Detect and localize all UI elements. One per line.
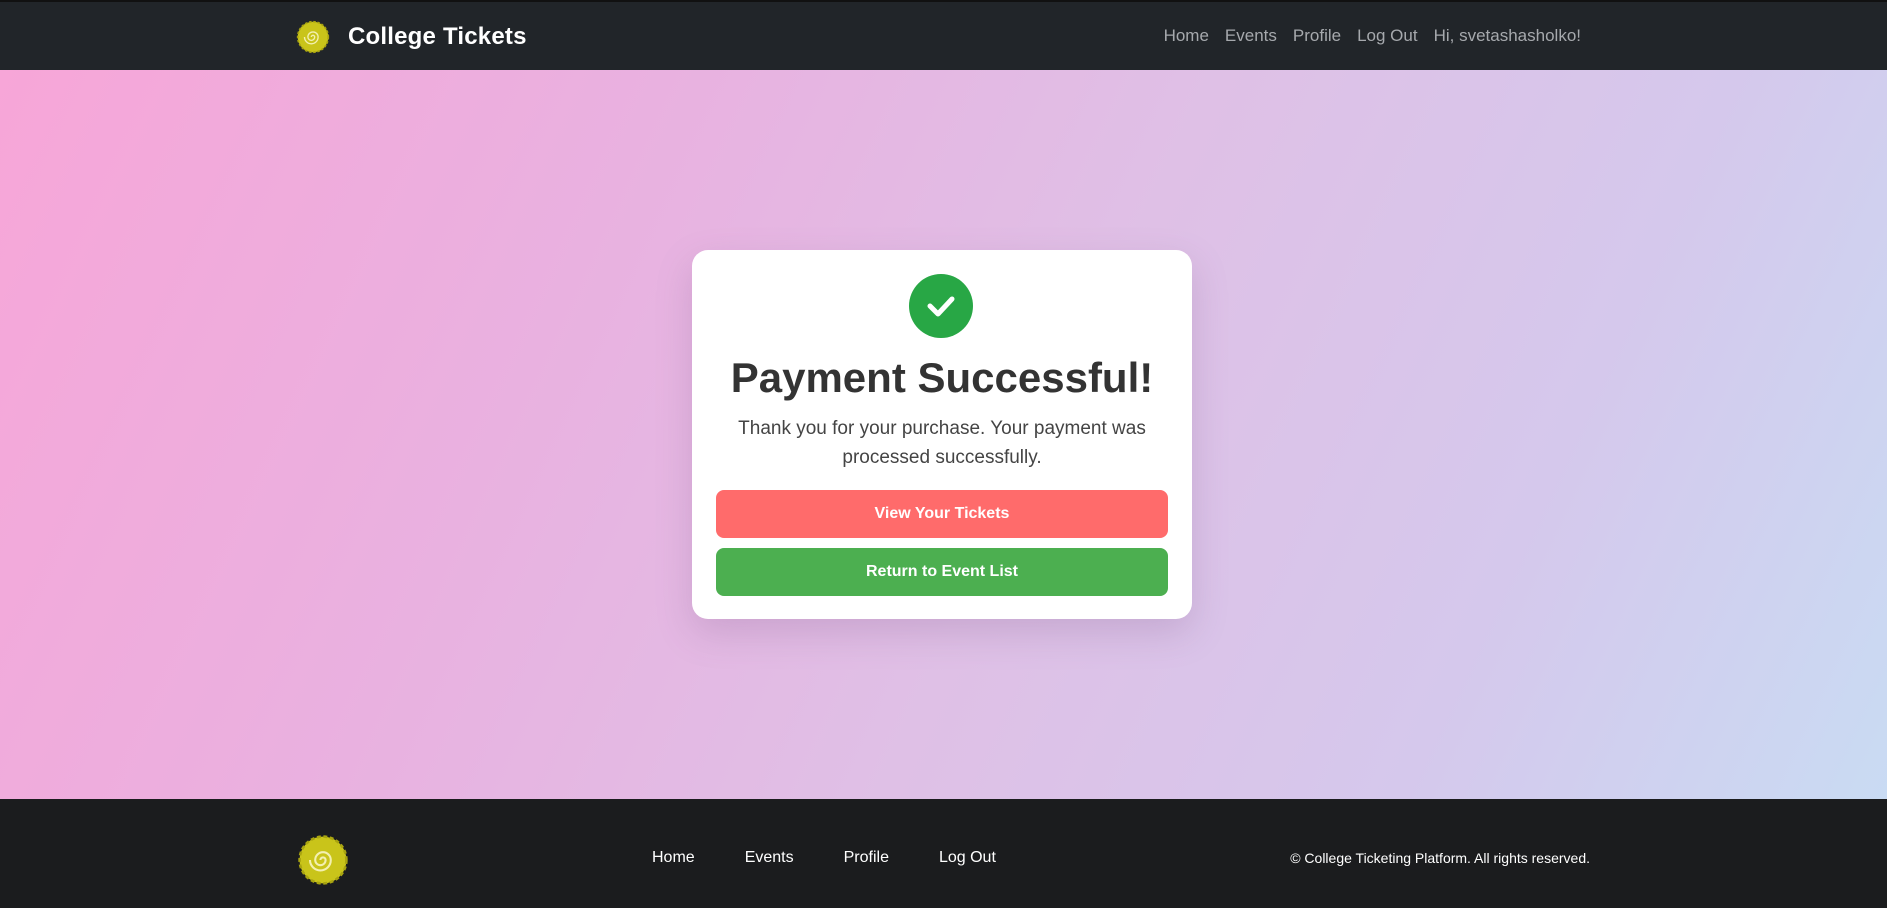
card-message: Thank you for your purchase. Your paymen… [738, 418, 1146, 468]
spiral-logo-icon [296, 20, 330, 54]
brand[interactable]: College Tickets [296, 20, 527, 54]
footer: Home Events Profile Log Out © College Ti… [0, 799, 1887, 908]
footer-link-profile[interactable]: Profile [844, 849, 889, 867]
nav-link-logout[interactable]: Log Out [1357, 26, 1418, 46]
user-greeting: Hi, svetashasholko! [1433, 26, 1581, 45]
top-navbar: College Tickets Home Events Profile Log … [0, 0, 1887, 70]
footer-link-home[interactable]: Home [652, 849, 695, 867]
card-title: Payment Successful! [730, 354, 1154, 401]
checkmark-icon [909, 274, 973, 338]
nav-link-profile[interactable]: Profile [1293, 26, 1341, 46]
footer-links: Home Events Profile Log Out [652, 849, 996, 867]
nav-links: Home Events Profile Log Out Hi, svetasha… [1164, 26, 1581, 46]
nav-link-events[interactable]: Events [1225, 26, 1277, 46]
brand-title: College Tickets [348, 23, 527, 50]
return-to-events-button[interactable]: Return to Event List [716, 548, 1168, 596]
footer-logo-icon[interactable] [297, 834, 349, 886]
copyright-text: © College Ticketing Platform. All rights… [1290, 850, 1590, 866]
view-tickets-button[interactable]: View Your Tickets [716, 490, 1168, 538]
footer-link-events[interactable]: Events [745, 849, 794, 867]
payment-success-card: Payment Successful! Thank you for your p… [692, 250, 1192, 619]
hero-background: Payment Successful! Thank you for your p… [0, 70, 1887, 799]
footer-link-logout[interactable]: Log Out [939, 849, 996, 867]
nav-link-home[interactable]: Home [1164, 26, 1209, 46]
